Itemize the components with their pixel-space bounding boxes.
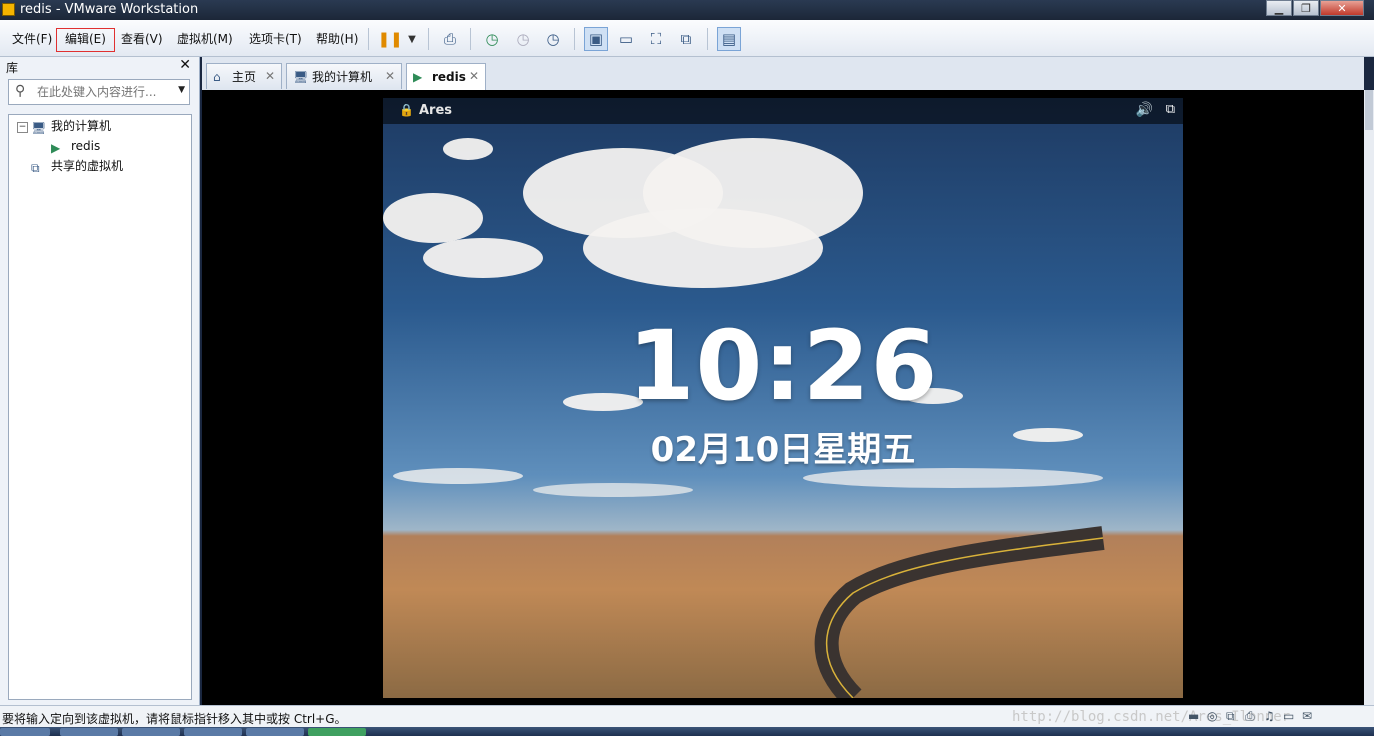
taskbar-app[interactable]	[60, 728, 118, 736]
status-message: 要将输入定向到该虚拟机，请将鼠标指针移入其中或按 Ctrl+G。	[2, 712, 347, 726]
show-library-icon[interactable]: ▣	[584, 27, 608, 51]
library-title: 库	[6, 61, 19, 75]
computer-icon: 🖥	[31, 121, 47, 135]
taskbar-app[interactable]	[308, 728, 366, 736]
network-adapter-icon[interactable]: ⧉	[1226, 709, 1242, 725]
tab-redis[interactable]: ▶ redis ✕	[406, 63, 486, 90]
fullscreen-icon[interactable]: ⛶	[644, 27, 668, 51]
tab-label: redis	[432, 70, 466, 84]
tree-node-label: redis	[71, 139, 101, 153]
window-title: redis - VMware Workstation	[20, 2, 199, 17]
tab-close-icon[interactable]: ✕	[469, 69, 479, 83]
vertical-scrollbar[interactable]	[1364, 90, 1374, 705]
computer-icon: 🖥	[293, 69, 309, 84]
tree-node-my-computer[interactable]: 🖥 我的计算机	[31, 117, 111, 135]
console-view-icon[interactable]: ▤	[717, 27, 741, 51]
tab-close-icon[interactable]: ✕	[265, 69, 275, 83]
lock-icon: 🔒	[399, 103, 414, 117]
library-close-icon[interactable]: ✕	[179, 57, 191, 73]
library-search[interactable]: ⚲ ▼	[8, 79, 190, 105]
menu-vm[interactable]: 虚拟机(M)	[175, 28, 235, 50]
menu-file[interactable]: 文件(F)	[10, 28, 54, 50]
taskbar-start-button[interactable]	[0, 728, 50, 736]
hard-disk-icon[interactable]: ▬	[1188, 709, 1204, 725]
menu-help[interactable]: 帮助(H)	[314, 28, 360, 50]
window-titlebar: redis - VMware Workstation ▁ ❐ ✕	[0, 0, 1374, 20]
os-taskbar	[0, 727, 1374, 736]
printer-icon[interactable]: ⎙	[1245, 709, 1261, 725]
tree-node-redis[interactable]: ▶ redis	[51, 137, 100, 155]
library-panel: 库 ✕ ⚲ ▼ − 🖥 我的计算机 ▶ redis ⧉ 共享的虚拟机	[0, 57, 200, 705]
close-button[interactable]: ✕	[1320, 0, 1364, 16]
message-icon[interactable]: ✉	[1302, 709, 1318, 725]
tree-expander-icon[interactable]: −	[17, 122, 28, 133]
vm-running-icon: ▶	[51, 141, 61, 155]
send-ctrl-alt-del-icon[interactable]: ⎙	[438, 27, 462, 51]
username-label: Ares	[419, 103, 453, 118]
menu-edit[interactable]: 编辑(E)	[56, 28, 115, 52]
network-icon[interactable]: ⧉	[1166, 102, 1175, 117]
lock-screen-date: 02月10日星期五	[650, 430, 916, 470]
tab-label: 主页	[232, 70, 257, 84]
take-snapshot-icon[interactable]: ◷	[480, 27, 504, 51]
taskbar-app[interactable]	[122, 728, 180, 736]
tab-strip: ⌂ 主页 ✕ 🖥 我的计算机 ✕ ▶ redis ✕	[202, 57, 1364, 90]
tab-close-icon[interactable]: ✕	[385, 69, 395, 83]
chevron-down-icon[interactable]: ▼	[178, 85, 185, 95]
lock-screen-clock: 10:26	[627, 310, 939, 422]
vm-icon: ▶	[413, 70, 423, 84]
tab-home[interactable]: ⌂ 主页 ✕	[206, 63, 282, 89]
revert-snapshot-icon[interactable]: ◷	[511, 27, 535, 51]
status-bar: 要将输入定向到该虚拟机，请将鼠标指针移入其中或按 Ctrl+G。 http://…	[0, 705, 1374, 727]
restore-button[interactable]: ❐	[1293, 0, 1319, 16]
library-tree: − 🖥 我的计算机 ▶ redis ⧉ 共享的虚拟机	[8, 114, 192, 700]
menu-view[interactable]: 查看(V)	[119, 28, 165, 50]
tree-node-label: 共享的虚拟机	[51, 159, 124, 173]
menubar: 文件(F) 编辑(E) 查看(V) 虚拟机(M) 选项卡(T) 帮助(H) ❚❚…	[0, 20, 1374, 57]
search-icon: ⚲	[15, 83, 26, 99]
tree-node-shared-vms[interactable]: ⧉ 共享的虚拟机	[31, 157, 123, 175]
toolbar-separator	[574, 28, 575, 50]
cd-rom-icon[interactable]: ◎	[1207, 709, 1223, 725]
volume-icon[interactable]: 🔊	[1136, 102, 1153, 118]
taskbar-app[interactable]	[184, 728, 242, 736]
gnome-top-bar: 🔒 Ares 🔊 ⧉	[383, 98, 1183, 124]
vm-lock-screen[interactable]: 🔒 Ares 🔊 ⧉ 10:26 02月10日星期五	[383, 98, 1183, 698]
tree-node-label: 我的计算机	[51, 119, 112, 133]
menu-tabs[interactable]: 选项卡(T)	[247, 28, 304, 50]
taskbar-app[interactable]	[246, 728, 304, 736]
sound-card-icon[interactable]: ♫	[1264, 709, 1280, 725]
device-status-icons: ▬ ◎ ⧉ ⎙ ♫ ▭ ✉	[1188, 709, 1321, 725]
window-controls: ▁ ❐ ✕	[1265, 0, 1364, 18]
shared-vm-icon: ⧉	[31, 161, 40, 175]
toolbar-separator	[428, 28, 429, 50]
minimize-button[interactable]: ▁	[1266, 0, 1292, 16]
vmware-app-icon	[2, 3, 15, 16]
thumbnail-bar-icon[interactable]: ▭	[614, 27, 638, 51]
snapshot-manager-icon[interactable]: ◷	[541, 27, 565, 51]
tab-label: 我的计算机	[312, 70, 373, 84]
display-icon[interactable]: ▭	[1283, 709, 1299, 725]
power-dropdown-icon[interactable]: ▼	[400, 27, 424, 51]
tab-my-computer[interactable]: 🖥 我的计算机 ✕	[286, 63, 402, 89]
pause-icon[interactable]: ❚❚	[377, 27, 402, 51]
home-icon: ⌂	[213, 69, 221, 84]
toolbar-separator	[707, 28, 708, 50]
toolbar-separator	[368, 28, 369, 50]
unity-icon[interactable]: ⧉	[674, 27, 698, 51]
toolbar-separator	[470, 28, 471, 50]
scrollbar-thumb[interactable]	[1365, 90, 1373, 130]
library-search-input[interactable]	[37, 83, 167, 101]
